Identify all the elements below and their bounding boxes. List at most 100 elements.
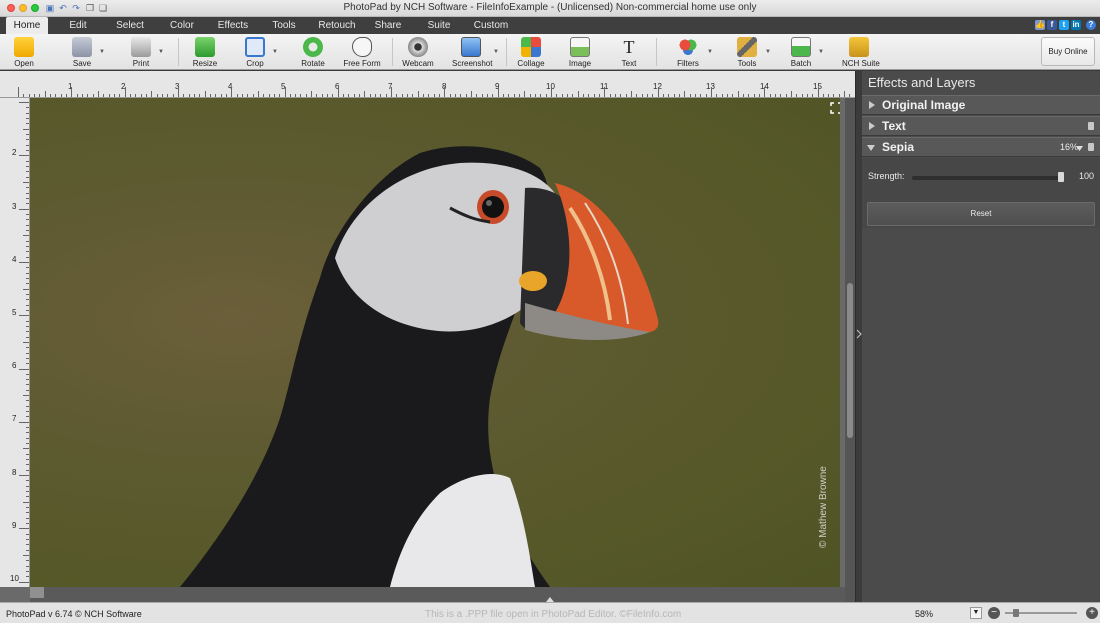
chevron-down-icon: ▼ [972,609,980,616]
ruler-tick [273,94,275,97]
open-button[interactable]: Open [10,35,38,69]
tab-effects[interactable]: Effects [212,17,254,34]
horizontal-scrollbar[interactable] [30,587,845,602]
ruler-tick [156,94,158,97]
screenshot-button[interactable]: Screenshot ▼ [452,35,499,69]
zoom-out-button[interactable]: − [988,607,1000,619]
image-canvas[interactable]: © Mathew Browne [30,98,840,587]
ruler-tick [19,421,29,423]
ruler-tick [588,94,590,97]
ruler-tick [26,283,29,285]
ruler-tick [23,555,29,557]
zoom-in-button[interactable]: + [1086,607,1098,619]
tab-select[interactable]: Select [110,17,150,34]
nch-suite-icon [849,37,869,57]
zoom-dropdown[interactable]: ▼ [970,607,982,619]
help-icon[interactable]: ? [1086,20,1096,30]
nch-suite-button[interactable]: NCH Suite [842,35,880,69]
chevron-down-icon[interactable]: ▼ [818,49,824,55]
batch-icon [791,37,811,57]
free-form-button[interactable]: Free Form [342,35,382,69]
zoom-value: 58% [915,609,934,619]
strength-slider[interactable] [912,176,1064,180]
ruler-tick [716,94,718,97]
ruler-tick [753,94,755,97]
chevron-right-icon[interactable] [869,122,875,130]
tools-icon [737,37,757,57]
ruler-tick [487,94,489,97]
layer-text[interactable]: Text [862,116,1100,136]
ruler-tick [337,87,339,97]
ruler-tick [668,94,670,97]
toolbar-divider [392,38,393,66]
rotate-button[interactable]: Rotate [298,35,328,69]
tab-custom[interactable]: Custom [470,17,512,34]
crop-button[interactable]: Crop ▼ [241,35,278,69]
ruler-tick [241,94,243,97]
zoom-slider-handle[interactable] [1013,609,1019,617]
resize-button[interactable]: Resize [190,35,220,69]
image-button[interactable]: Image [566,35,594,69]
ruler-tick [81,94,83,97]
text-button[interactable]: T Text [616,35,642,69]
chevron-down-icon[interactable]: ▼ [272,49,278,55]
ruler-tick [26,272,29,274]
linkedin-icon[interactable]: in [1071,20,1081,30]
tab-edit[interactable]: Edit [60,17,96,34]
batch-button[interactable]: Batch ▼ [787,35,824,69]
ruler-tick [566,94,568,97]
chevron-down-icon[interactable] [867,145,875,151]
ruler-tick [26,411,29,413]
crop-icon [245,37,265,57]
chevron-down-icon[interactable]: ▼ [707,49,713,55]
ruler-tick [817,87,819,97]
twitter-icon[interactable]: t [1059,20,1069,30]
ruler-tick [135,94,137,97]
tab-retouch[interactable]: Retouch [314,17,360,34]
layer-original-image[interactable]: Original Image [862,95,1100,115]
trash-icon[interactable] [1088,143,1094,151]
chevron-down-icon[interactable] [1076,146,1083,151]
vertical-scrollbar[interactable] [845,98,855,602]
buy-online-button[interactable]: Buy Online [1041,37,1095,66]
collage-button[interactable]: Collage [516,35,546,69]
ruler-tick [97,91,99,97]
chevron-down-icon[interactable]: ▼ [158,49,164,55]
vertical-scroll-thumb[interactable] [847,283,853,438]
tab-home[interactable]: Home [6,17,48,34]
chevron-down-icon[interactable]: ▼ [493,49,499,55]
ruler-tick [26,347,29,349]
reset-button[interactable]: Reset [867,202,1095,226]
ruler-tick [305,94,307,97]
ruler-tick [26,576,29,578]
facebook-icon[interactable]: f [1047,20,1057,30]
chevron-down-icon[interactable]: ▼ [765,49,771,55]
horizontal-scroll-thumb[interactable] [30,587,44,598]
like-icon[interactable]: 👍 [1035,20,1045,30]
ruler-tick [476,94,478,97]
ruler-tick [758,94,760,97]
webcam-button[interactable]: Webcam [402,35,434,69]
tab-color[interactable]: Color [164,17,200,34]
filters-label: Filters [677,59,699,68]
save-button[interactable]: Save ▼ [68,35,105,69]
fullscreen-icon[interactable] [830,102,840,114]
tab-suite[interactable]: Suite [422,17,456,34]
strength-slider-handle[interactable] [1058,172,1064,182]
ruler-tick [503,94,505,97]
chevron-right-icon[interactable] [869,101,875,109]
chevron-down-icon[interactable]: ▼ [99,49,105,55]
panel-collapse-handle[interactable] [855,71,862,602]
effects-and-layers-panel: Effects and Layers Original Image Text S… [862,71,1100,602]
filters-button[interactable]: Filters ▼ [672,35,713,69]
ruler-tick [193,94,195,97]
print-button[interactable]: Print ▼ [127,35,164,69]
ruler-tick [604,87,606,97]
tab-tools[interactable]: Tools [266,17,302,34]
strength-label: Strength: [868,171,905,181]
ruler-tick [849,94,851,97]
tab-share[interactable]: Share [370,17,406,34]
tools-button[interactable]: Tools ▼ [732,35,771,69]
trash-icon[interactable] [1088,122,1094,130]
layer-sepia[interactable]: Sepia 16% [862,137,1100,157]
